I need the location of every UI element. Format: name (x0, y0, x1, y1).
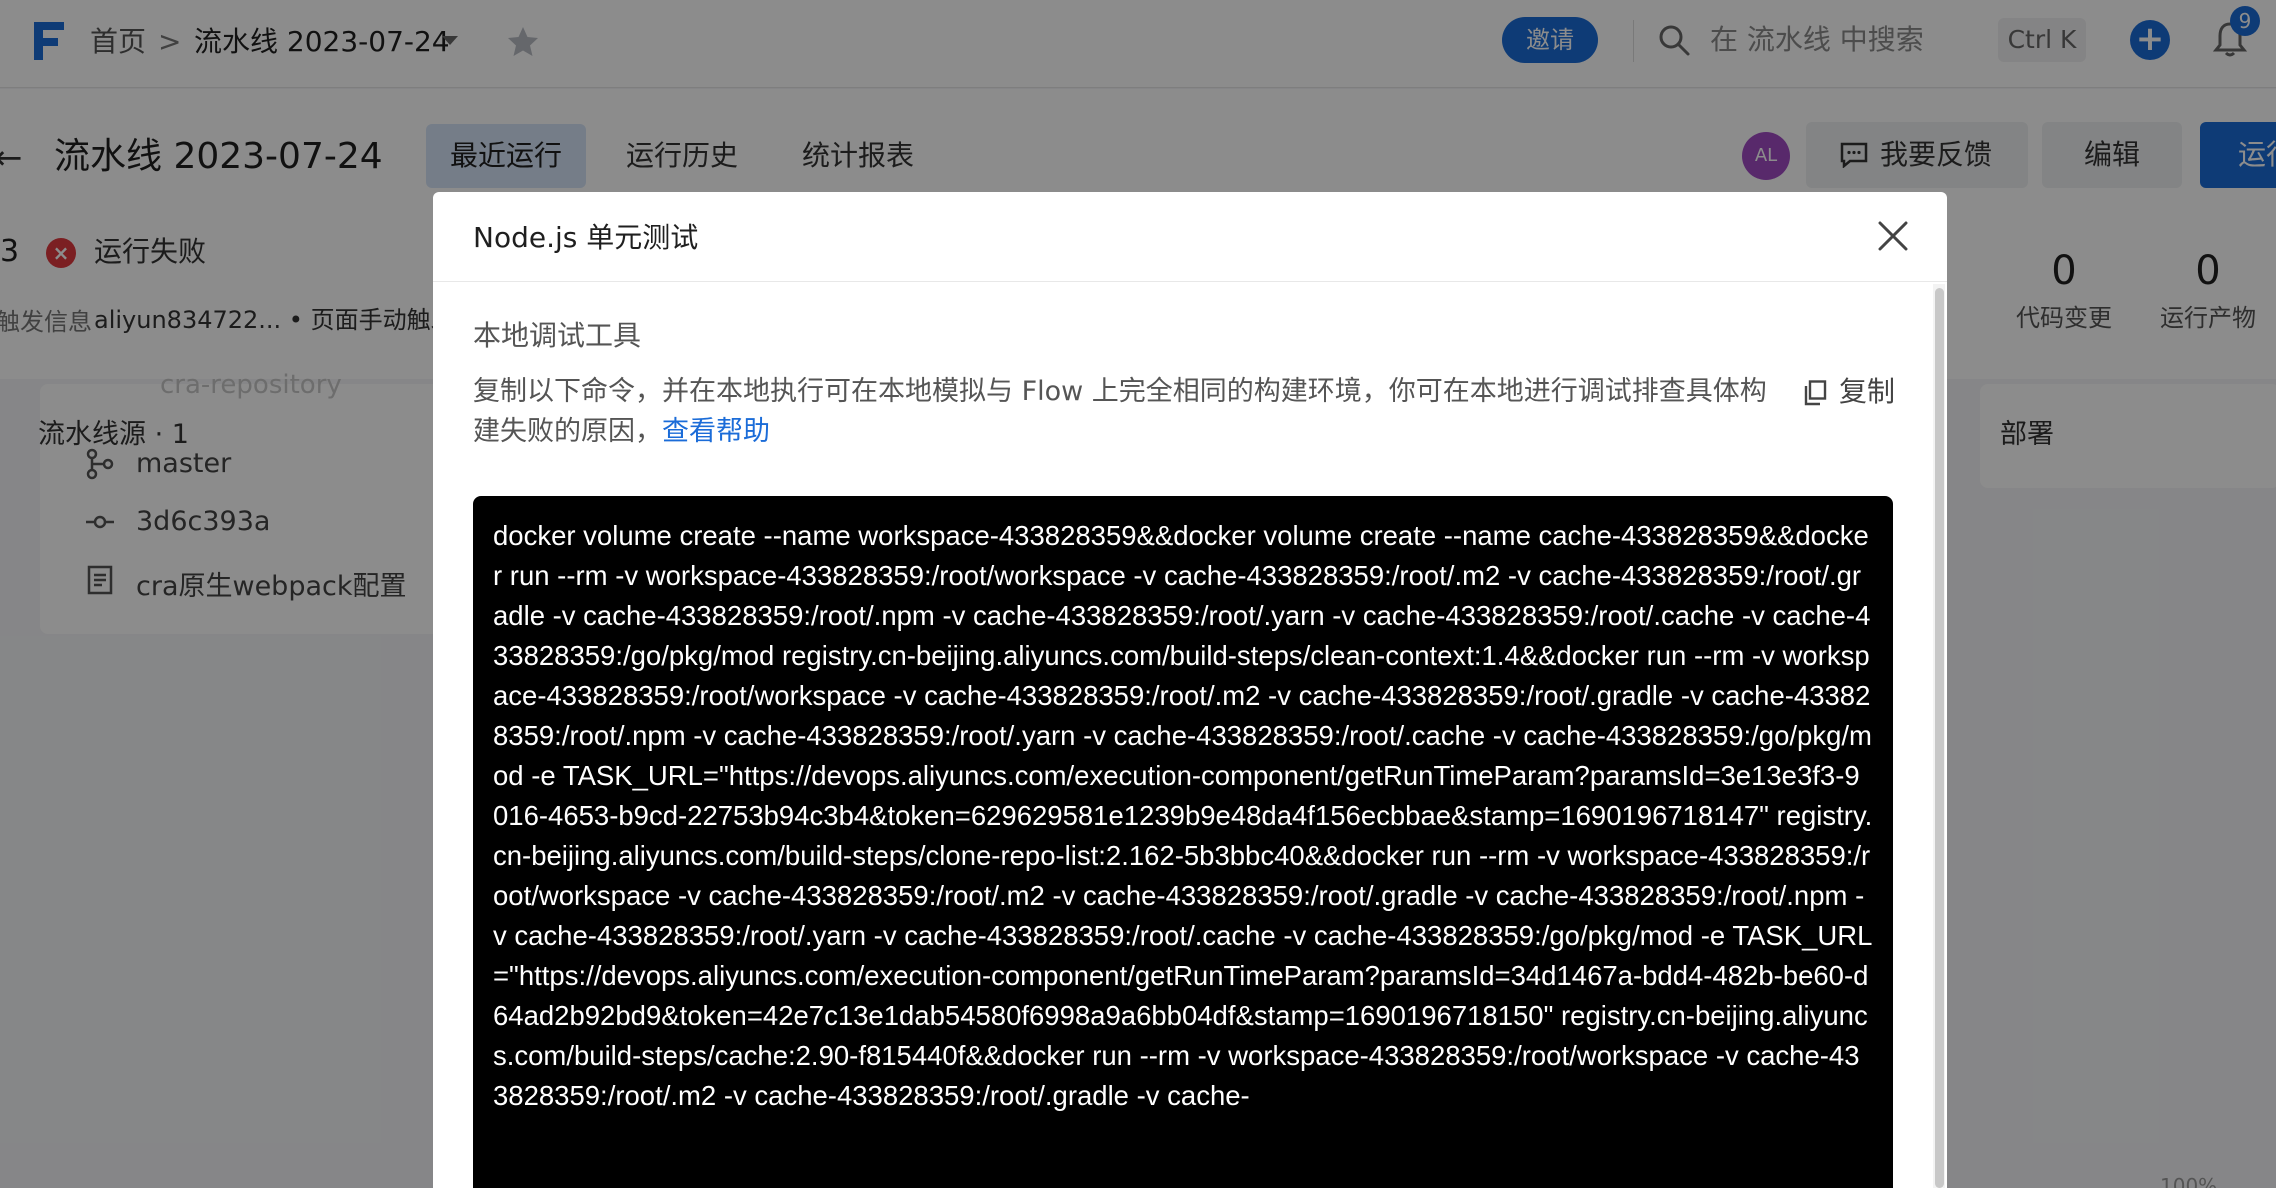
description: 复制以下命令，并在本地执行可在本地模拟与 Flow 上完全相同的构建环境，你可在… (473, 372, 1793, 452)
help-link[interactable]: 查看帮助 (662, 416, 770, 447)
modal-header: Node.js 单元测试 (433, 192, 1947, 282)
section-title: 本地调试工具 (473, 319, 642, 352)
debug-tool-modal: Node.js 单元测试 本地调试工具 复制以下命令，并在本地执行可在本地模拟与… (433, 192, 1947, 1188)
copy-icon (1804, 380, 1827, 406)
copy-label: 复制 (1839, 375, 1896, 408)
scrollbar-thumb[interactable] (1935, 288, 1944, 1188)
command-code-block[interactable]: docker volume create --name workspace-43… (473, 496, 1893, 1188)
close-icon[interactable] (1875, 218, 1911, 254)
modal-title: Node.js 单元测试 (473, 221, 699, 254)
command-text[interactable]: docker volume create --name workspace-43… (493, 516, 1873, 1116)
